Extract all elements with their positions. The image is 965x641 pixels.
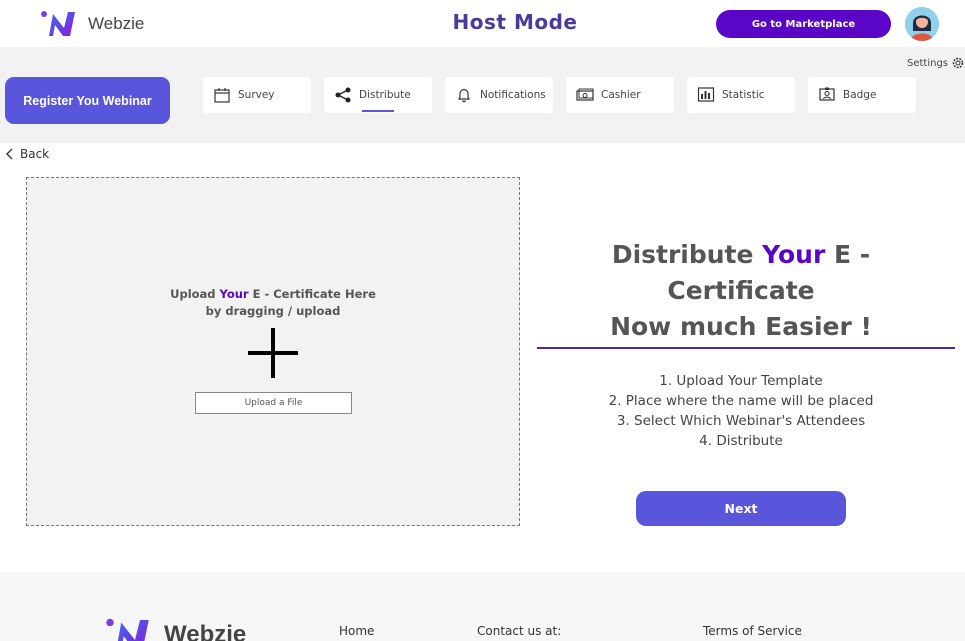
next-button[interactable]: Next xyxy=(636,491,846,526)
user-avatar-icon xyxy=(905,7,939,41)
distribute-headline: Distribute Your E - Certificate Now much… xyxy=(536,237,946,345)
top-header: Webzie Host Mode Go to Marketplace xyxy=(0,0,965,47)
tab-distribute[interactable]: Distribute xyxy=(324,77,432,113)
badge-icon xyxy=(819,87,835,101)
headline-accent: Your xyxy=(762,240,826,269)
certificate-dropzone[interactable]: Upload Your E - Certificate Here by drag… xyxy=(26,177,520,526)
tab-label: Distribute xyxy=(359,89,411,101)
footer-logo[interactable]: Webzie xyxy=(100,615,246,641)
tab-statistic[interactable]: Statistic xyxy=(687,77,795,113)
upload-accent: Your xyxy=(219,287,249,301)
headline-prefix: Distribute xyxy=(611,240,763,269)
register-webinar-button[interactable]: Register You Webinar xyxy=(5,77,170,124)
steps-list: 1. Upload Your Template 2. Place where t… xyxy=(536,371,946,451)
footer: Webzie Home Contact us at: Terms of Serv… xyxy=(0,572,965,641)
tab-label: Notifications xyxy=(480,89,546,101)
headline-line2: Now much Easier ! xyxy=(610,312,872,341)
footer-link-terms[interactable]: Terms of Service xyxy=(703,624,802,638)
footer-link-contact[interactable]: Contact us at: xyxy=(477,624,561,638)
footer-link-home[interactable]: Home xyxy=(339,624,374,638)
cash-icon xyxy=(576,88,594,101)
webzie-logo-icon xyxy=(106,618,149,641)
step-item: 1. Upload Your Template xyxy=(659,373,823,389)
plus-icon[interactable] xyxy=(248,328,298,378)
upload-suffix: E - Certificate Here xyxy=(248,287,376,301)
go-to-marketplace-button[interactable]: Go to Marketplace xyxy=(716,10,891,38)
upload-prefix: Upload xyxy=(170,287,220,301)
bell-icon xyxy=(458,88,470,103)
back-link[interactable]: Back xyxy=(4,147,49,161)
back-label: Back xyxy=(20,147,50,161)
tab-notifications[interactable]: Notifications xyxy=(445,77,553,113)
tab-cashier[interactable]: Cashier xyxy=(566,77,674,113)
footer-logo-text: Webzie xyxy=(164,621,247,641)
step-item: 4. Distribute xyxy=(699,433,783,449)
step-item: 2. Place where the name will be placed xyxy=(608,393,874,409)
calendar-icon xyxy=(214,88,230,103)
tab-label: Cashier xyxy=(601,89,641,101)
settings-link[interactable]: Settings xyxy=(907,56,965,70)
share-icon xyxy=(335,87,351,103)
chevron-left-icon xyxy=(6,148,13,160)
tab-label: Statistic xyxy=(722,89,765,101)
upload-line2: by dragging / upload xyxy=(205,304,341,318)
bar-chart-icon xyxy=(697,87,715,102)
upload-file-button[interactable]: Upload a File xyxy=(195,392,352,414)
toolbar-band: Settings Register You Webinar Survey Dis… xyxy=(0,47,965,143)
tab-label: Badge xyxy=(843,89,877,101)
active-tab-indicator xyxy=(362,110,394,112)
tab-label: Survey xyxy=(238,89,275,101)
gear-icon xyxy=(952,57,964,69)
tab-survey[interactable]: Survey xyxy=(203,77,311,113)
avatar[interactable] xyxy=(905,7,939,41)
settings-label: Settings xyxy=(906,57,948,69)
tab-badge[interactable]: Badge xyxy=(808,77,916,113)
upload-instructions: Upload Your E - Certificate Here by drag… xyxy=(27,286,519,320)
section-divider xyxy=(537,347,955,349)
step-item: 3. Select Which Webinar's Attendees xyxy=(616,413,866,429)
